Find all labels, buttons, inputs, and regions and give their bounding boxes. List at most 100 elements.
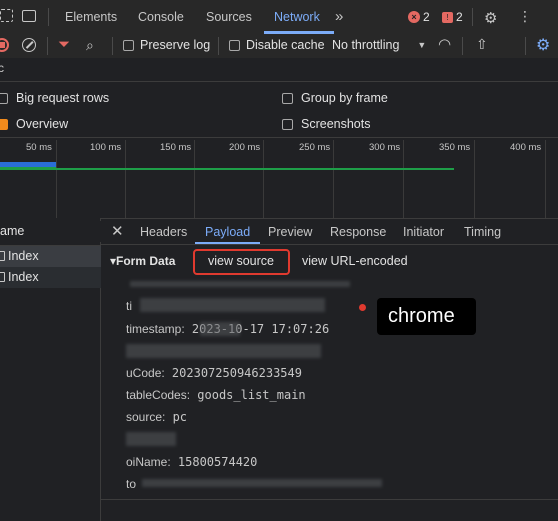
field-key: ti [126,299,132,313]
error-icon: × [408,11,420,23]
tab-timing[interactable]: Timing [464,225,501,239]
more-tabs-chevron-icon[interactable]: » [335,8,343,25]
gear-icon[interactable]: ⚙ [484,9,497,27]
redacted-text [130,281,350,287]
import-har-icon[interactable]: ⇧ [476,36,488,53]
tick-label: 250 ms [299,142,331,153]
tab-headers[interactable]: Headers [140,225,187,239]
record-stop-inner [0,42,5,48]
tick-label: 100 ms [90,142,122,153]
checkbox-box[interactable] [123,39,134,51]
document-icon [0,272,5,282]
errors-badge[interactable]: × 2 [408,10,430,24]
field-value: pc [165,410,188,424]
tick-label: 350 ms [439,142,471,153]
checkbox-box[interactable] [282,92,293,104]
tick-line [403,140,404,218]
field-key: to [126,477,137,491]
divider [472,8,473,26]
checkbox-box-checked[interactable] [0,118,8,130]
tab-sources[interactable]: Sources [206,10,252,24]
form-data-section-header[interactable]: ▾Form Data [110,254,175,268]
overview-label: Overview [16,117,69,131]
tab-preview[interactable]: Preview [268,225,312,239]
timeline-bar-green [0,167,56,170]
form-field: tableCodes: goods_list_main [126,388,306,402]
view-url-encoded-link[interactable]: view URL-encoded [302,254,408,268]
checkbox-box[interactable] [229,39,240,51]
request-row[interactable]: Index [0,267,101,288]
form-field: uCode: 202307250946233549 [126,366,302,380]
screenshots-checkbox[interactable]: Screenshots [282,117,370,131]
checkbox-box[interactable] [0,92,8,104]
overview-checkbox[interactable]: Overview [0,117,68,131]
field-key: timestamp: [126,322,185,336]
field-value: 15800574420 [170,455,258,469]
annotation-callout: chrome [377,298,476,335]
errors-count: 2 [423,10,430,24]
tick-label: 400 ms [510,142,542,153]
divider [525,37,526,55]
tab-initiator[interactable]: Initiator [403,225,444,239]
disable-cache-label: Disable cache [246,38,325,52]
form-field: source: pc [126,410,187,424]
issue-icon: ! [442,11,453,23]
redacted-text [140,298,325,312]
timeline-overview[interactable]: 50 ms 100 ms 150 ms 200 ms 250 ms 300 ms… [0,138,558,218]
group-by-frame-checkbox[interactable]: Group by frame [282,91,388,105]
close-icon[interactable]: ✕ [111,222,124,240]
tick-line [194,140,195,218]
tab-response[interactable]: Response [330,225,386,239]
request-list-header[interactable]: ame [0,221,101,242]
tab-payload[interactable]: Payload [205,225,250,239]
divider [0,81,558,82]
checkbox-box[interactable] [282,118,293,130]
request-name: Index [8,249,39,263]
more-options-icon[interactable]: ⋮ [518,8,532,25]
dropdown-arrow-icon: ▼ [417,40,427,50]
redacted-text [200,322,240,336]
divider [462,37,463,55]
filter-icon[interactable]: ⏷ [58,36,70,53]
big-request-rows-checkbox[interactable]: Big request rows [0,91,109,105]
tick-line [545,140,546,218]
tick-label: 50 ms [26,142,52,153]
throttling-select[interactable]: No throttling ▼ [332,38,426,52]
field-key: oiName: [126,455,171,469]
network-settings-gear-icon[interactable]: ⚙ [536,35,550,55]
inspect-element-icon[interactable] [0,9,13,22]
tab-elements[interactable]: Elements [65,10,117,24]
divider [101,499,558,500]
request-list: ame Index Index [0,218,101,521]
field-key: tableCodes: [126,388,191,402]
warnings-count: 2 [456,10,463,24]
request-row[interactable]: Index [0,246,101,267]
tab-network[interactable]: Network [274,10,320,24]
overflow-icon: c [0,61,4,75]
tick-line [56,140,57,218]
redacted-text [126,344,321,358]
network-toolbar: ⏷ ⌕ Preserve log Disable cache No thrott… [0,34,558,58]
tab-console[interactable]: Console [138,10,184,24]
preserve-log-checkbox[interactable]: Preserve log [123,38,210,52]
annotation-text: chrome [388,305,455,327]
field-key: uCode: [126,366,165,380]
field-value: 202307250946233549 [164,366,302,380]
throttling-value: No throttling [332,38,400,52]
form-field: oiName: 15800574420 [126,455,257,469]
devtools-tab-bar: Elements Console Sources Network » × 2 !… [0,0,558,34]
request-name: Index [8,270,39,284]
device-toolbar-icon[interactable] [22,10,36,22]
search-icon[interactable]: ⌕ [86,37,94,54]
divider [112,37,113,55]
view-source-link[interactable]: view source [208,254,274,268]
field-value: goods_list_main [190,388,306,402]
tick-line [125,140,126,218]
form-field: to [126,477,136,491]
document-icon [0,251,5,261]
redacted-text [126,432,176,446]
warnings-badge[interactable]: ! 2 [442,10,463,24]
preserve-log-label: Preserve log [140,38,211,52]
disable-cache-checkbox[interactable]: Disable cache [229,38,325,52]
network-conditions-icon[interactable]: ◠ [438,35,451,53]
